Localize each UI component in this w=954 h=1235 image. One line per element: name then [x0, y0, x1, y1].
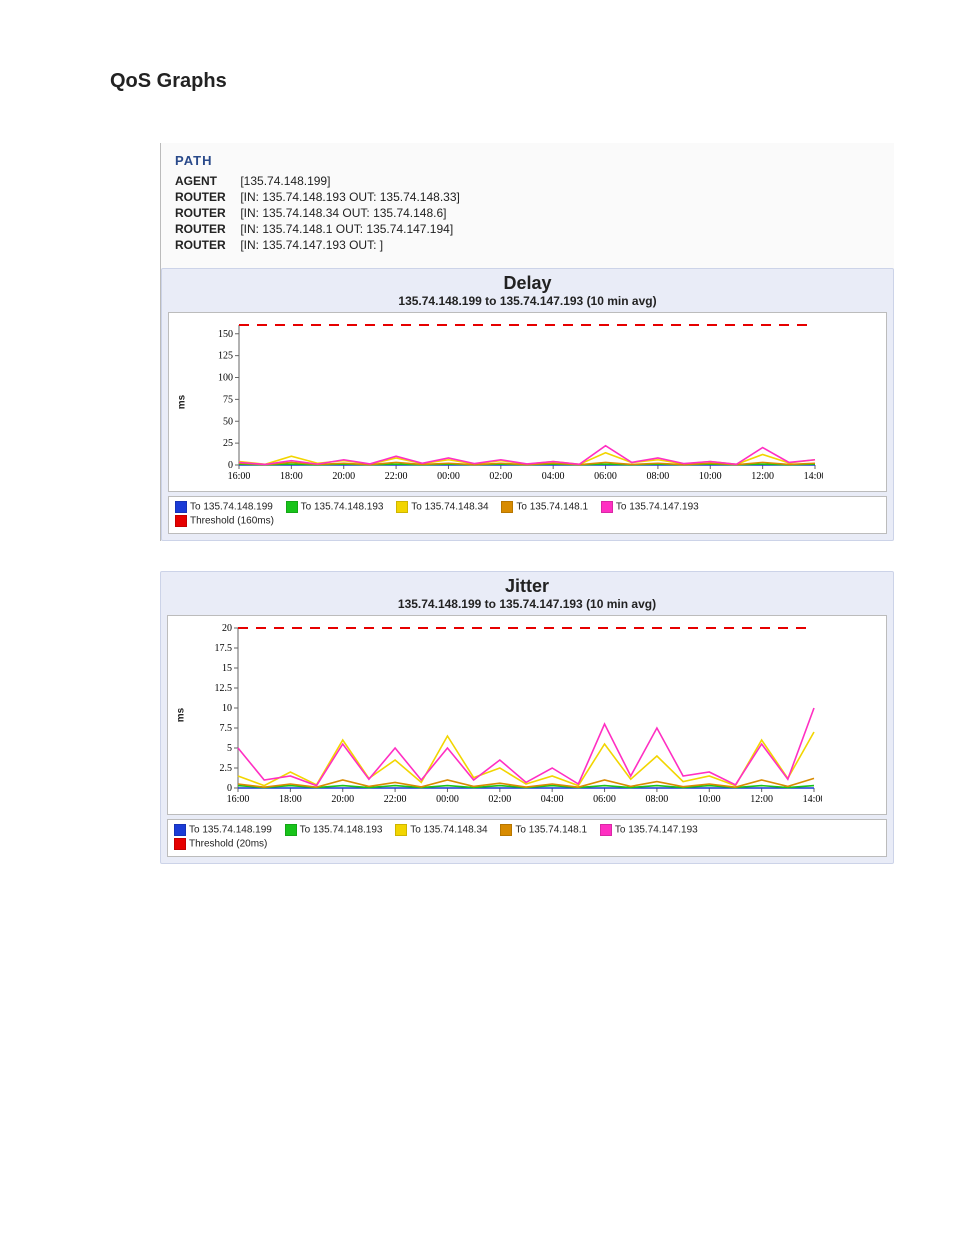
- jitter-legend: To 135.74.148.199 To 135.74.148.193 To 1…: [167, 819, 887, 857]
- legend-item: To 135.74.148.199: [175, 501, 273, 513]
- svg-text:02:00: 02:00: [488, 794, 511, 805]
- svg-text:06:00: 06:00: [593, 794, 616, 805]
- svg-text:15: 15: [222, 663, 232, 674]
- legend-item: To 135.74.148.193: [286, 501, 384, 513]
- svg-text:0: 0: [228, 460, 233, 471]
- svg-text:125: 125: [218, 351, 233, 362]
- legend-item-threshold: Threshold (20ms): [174, 838, 267, 850]
- legend-item: To 135.74.148.1: [501, 501, 588, 513]
- svg-text:16:00: 16:00: [227, 794, 250, 805]
- delay-plot-area: ms 0 25 50 75 100 125 150 16:00 18:00 20:00 22:00 0…: [168, 312, 887, 492]
- svg-text:14:00: 14:00: [804, 471, 823, 482]
- svg-text:5: 5: [227, 743, 232, 754]
- legend-item-threshold: Threshold (160ms): [175, 515, 274, 527]
- jitter-chart-subtitle: 135.74.148.199 to 135.74.147.193 (10 min…: [161, 597, 893, 611]
- path-row: ROUTER [IN: 135.74.148.1 OUT: 135.74.147…: [175, 222, 880, 236]
- svg-text:25: 25: [223, 438, 233, 449]
- svg-text:20:00: 20:00: [332, 471, 355, 482]
- legend-item: To 135.74.148.1: [500, 824, 587, 836]
- path-row: ROUTER [IN: 135.74.148.34 OUT: 135.74.14…: [175, 206, 880, 220]
- page-title: QoS Graphs: [110, 70, 924, 93]
- svg-text:150: 150: [218, 329, 233, 340]
- svg-text:22:00: 22:00: [384, 794, 407, 805]
- path-row: AGENT [135.74.148.199]: [175, 174, 880, 188]
- svg-text:18:00: 18:00: [280, 471, 303, 482]
- svg-text:08:00: 08:00: [646, 794, 669, 805]
- svg-text:10: 10: [222, 703, 232, 714]
- svg-text:08:00: 08:00: [647, 471, 670, 482]
- svg-text:20:00: 20:00: [331, 794, 354, 805]
- svg-text:10:00: 10:00: [699, 471, 722, 482]
- jitter-panel: Jitter 135.74.148.199 to 135.74.147.193 …: [160, 571, 894, 864]
- svg-text:18:00: 18:00: [279, 794, 302, 805]
- legend-item: To 135.74.148.193: [285, 824, 383, 836]
- svg-text:16:00: 16:00: [228, 471, 251, 482]
- svg-text:04:00: 04:00: [542, 471, 565, 482]
- jitter-ylabel: ms: [176, 708, 187, 722]
- legend-item: To 135.74.148.34: [395, 824, 487, 836]
- jitter-chart: Jitter 135.74.148.199 to 135.74.147.193 …: [160, 571, 894, 864]
- svg-text:22:00: 22:00: [385, 471, 408, 482]
- delay-chart-subtitle: 135.74.148.199 to 135.74.147.193 (10 min…: [162, 294, 893, 308]
- svg-text:7.5: 7.5: [220, 723, 233, 734]
- svg-text:02:00: 02:00: [489, 471, 512, 482]
- graph-panel: PATH AGENT [135.74.148.199] ROUTER [IN: …: [160, 143, 894, 541]
- svg-text:04:00: 04:00: [541, 794, 564, 805]
- delay-chart-title: Delay: [162, 273, 893, 294]
- svg-text:2.5: 2.5: [220, 763, 233, 774]
- path-block: PATH AGENT [135.74.148.199] ROUTER [IN: …: [161, 153, 894, 268]
- path-row: ROUTER [IN: 135.74.147.193 OUT: ]: [175, 238, 880, 252]
- svg-text:12:00: 12:00: [750, 794, 773, 805]
- svg-text:00:00: 00:00: [436, 794, 459, 805]
- svg-text:00:00: 00:00: [437, 471, 460, 482]
- legend-item: To 135.74.148.34: [396, 501, 488, 513]
- svg-text:10:00: 10:00: [698, 794, 721, 805]
- svg-text:06:00: 06:00: [594, 471, 617, 482]
- legend-item: To 135.74.147.193: [601, 501, 699, 513]
- svg-text:100: 100: [218, 373, 233, 384]
- path-row: ROUTER [IN: 135.74.148.193 OUT: 135.74.1…: [175, 190, 880, 204]
- svg-text:17.5: 17.5: [215, 643, 233, 654]
- svg-text:20: 20: [222, 623, 232, 634]
- jitter-plot-area: ms 0 2.5 5 7.5 10 12.5 15 17.5 20 16:00 18:00 20:00…: [167, 615, 887, 815]
- delay-legend: To 135.74.148.199 To 135.74.148.193 To 1…: [168, 496, 887, 534]
- legend-item: To 135.74.148.199: [174, 824, 272, 836]
- svg-text:12:00: 12:00: [751, 471, 774, 482]
- svg-text:50: 50: [223, 416, 233, 427]
- svg-text:14:00: 14:00: [803, 794, 822, 805]
- jitter-chart-title: Jitter: [161, 576, 893, 597]
- legend-item: To 135.74.147.193: [600, 824, 698, 836]
- svg-text:0: 0: [227, 783, 232, 794]
- delay-chart: Delay 135.74.148.199 to 135.74.147.193 (…: [161, 268, 894, 541]
- svg-text:12.5: 12.5: [215, 683, 233, 694]
- path-heading: PATH: [175, 153, 880, 168]
- svg-text:75: 75: [223, 394, 233, 405]
- delay-ylabel: ms: [177, 395, 188, 409]
